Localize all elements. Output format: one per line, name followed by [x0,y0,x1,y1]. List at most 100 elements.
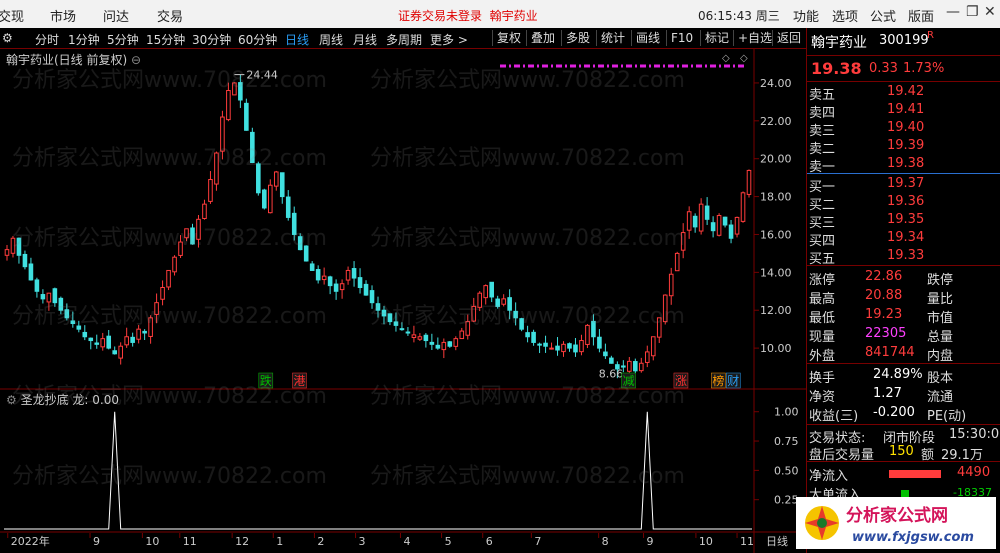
tool-multistock[interactable]: 多股 [561,30,590,46]
menu-layout[interactable]: 版面 [908,6,934,25]
price-tick-label: 20.00 [760,153,792,166]
period-fenshi[interactable]: 分时 [35,31,59,48]
candle-body [339,283,345,291]
period-multi[interactable]: 多周期 [386,31,422,48]
minimize-icon[interactable]: — [946,4,960,20]
chart-settings-icon[interactable]: ⚙ [2,31,13,45]
period-more[interactable]: 更多 > [430,31,468,48]
menu-function[interactable]: 功能 [793,6,819,25]
quote-price: 19.38 [811,59,862,78]
period-30min[interactable]: 30分钟 [192,31,231,48]
menu-options[interactable]: 选项 [832,6,858,25]
quote-panel: 翰宇药业 300199 R 19.38 0.33 1.73% 卖五 19.42 卖四… [806,28,1000,553]
menu-item-wenda[interactable]: 问达 [103,6,129,25]
login-status-text: 证券交易未登录 [398,9,483,23]
watermark: 分析家公式网www.70822.com [370,464,685,489]
watermark: 分析家公式网www.70822.com [370,384,685,409]
candle-body [309,263,315,271]
candle-body [321,275,327,281]
bid-price: 19.36 [887,194,925,209]
date-tick-label: 8 [602,535,609,548]
tool-fuquan[interactable]: 复权 [492,30,521,46]
candle-body [262,189,267,209]
period-daily[interactable]: 日线 [285,31,309,48]
tool-stats[interactable]: 统计 [596,30,625,46]
net-inflow-label: 净流入 [809,469,849,484]
price-tick-label: 22.00 [760,115,792,128]
quote-pct: 1.73% [903,61,945,76]
tool-add-watchlist[interactable]: +自选 [733,30,772,46]
date-tick-label: 1 [276,535,283,548]
price-tick-label: 14.00 [760,266,792,279]
candle-body [166,269,171,288]
divider [807,461,1000,462]
tool-f10[interactable]: F10 [666,30,693,46]
price-tick-label: 10.00 [760,342,792,355]
quote-stock-name: 翰宇药业 [811,35,867,51]
watermark: 分析家公式网www.70822.com [370,304,685,329]
period-1min[interactable]: 1分钟 [68,31,100,48]
candle-body [525,332,530,338]
candle-body [734,216,740,235]
candle-body [603,351,608,357]
candle-body [411,334,417,338]
menu-formula[interactable]: 公式 [870,6,896,25]
indicator-tick-label: 0.25 [774,494,799,507]
diamond-icon: ◇ [722,53,730,64]
logo-emblem-icon [805,506,839,540]
stat-label: 收益(三) [809,409,859,424]
net-inflow-value: 4490 [957,465,991,480]
stat-value: 1.27 [873,386,902,401]
candle-body [82,331,88,338]
tool-overlay[interactable]: 叠加 [526,30,555,46]
big-order-bar [901,490,909,497]
candle-body [106,335,112,349]
date-tick-label: 2022年 [11,534,50,548]
indicator-tick-label: 1.00 [774,406,799,419]
date-axis: 2022年 9 10 11 12 1 2 3 4 5 6 7 8 9 10 11 日线 [7,533,788,548]
candle-body [22,253,28,268]
bid-price: 19.35 [887,212,925,227]
bid-price: 19.37 [887,176,925,191]
stat-value: 841744 [865,345,915,360]
candle-body [423,334,429,342]
period-5min[interactable]: 5分钟 [107,31,139,48]
candle-body [327,276,333,287]
candle-body [333,283,339,292]
period-weekly[interactable]: 周线 [319,31,343,48]
candle-body [746,169,752,195]
period-60min[interactable]: 60分钟 [238,31,277,48]
stat-label: 换手 [809,371,836,386]
menu-item-market[interactable]: 市场 [50,6,76,25]
date-tick-label: 10 [145,535,159,548]
candle-body [716,215,722,236]
tool-mark[interactable]: 标记 [700,30,729,46]
ask-price: 19.42 [887,84,925,99]
logo-url: www.fxjgsw.com [852,530,974,545]
watermark: 分析家公式网www.70822.com [12,304,327,329]
period-toolbar: ⚙ 分时 1分钟 5分钟 15分钟 30分钟 60分钟 日线 周线 月线 多周期… [0,28,806,49]
maximize-icon[interactable]: ❐ [966,4,979,20]
candle-body [124,336,129,346]
price-axis: 24.00 22.00 20.00 18.00 16.00 14.00 12.00 10.00 [754,77,792,355]
bid-price: 19.33 [887,248,925,263]
menu-item-jiaoxian[interactable]: 交现 [0,6,24,25]
divider [807,265,1000,266]
menu-item-trade[interactable]: 交易 [157,6,183,25]
period-monthly[interactable]: 月线 [353,31,377,48]
period-15min[interactable]: 15分钟 [146,31,185,48]
tool-back[interactable]: 返回 [772,30,801,46]
candle-body [279,172,285,198]
divider [807,81,1000,82]
stat-label-right: 流通 [927,390,954,405]
candle-body [543,342,548,347]
tool-draw[interactable]: 画线 [631,30,660,46]
close-icon[interactable]: ✕ [984,4,996,20]
date-tick-label: 3 [359,535,366,548]
event-marker: 财 [727,374,739,388]
login-status[interactable]: 证券交易未登录 翰宇药业 [398,7,538,24]
ask-price: 19.39 [887,138,925,153]
candle-body [698,203,704,232]
candle-body [650,336,656,357]
diamond-icon: ◇ [740,53,748,64]
